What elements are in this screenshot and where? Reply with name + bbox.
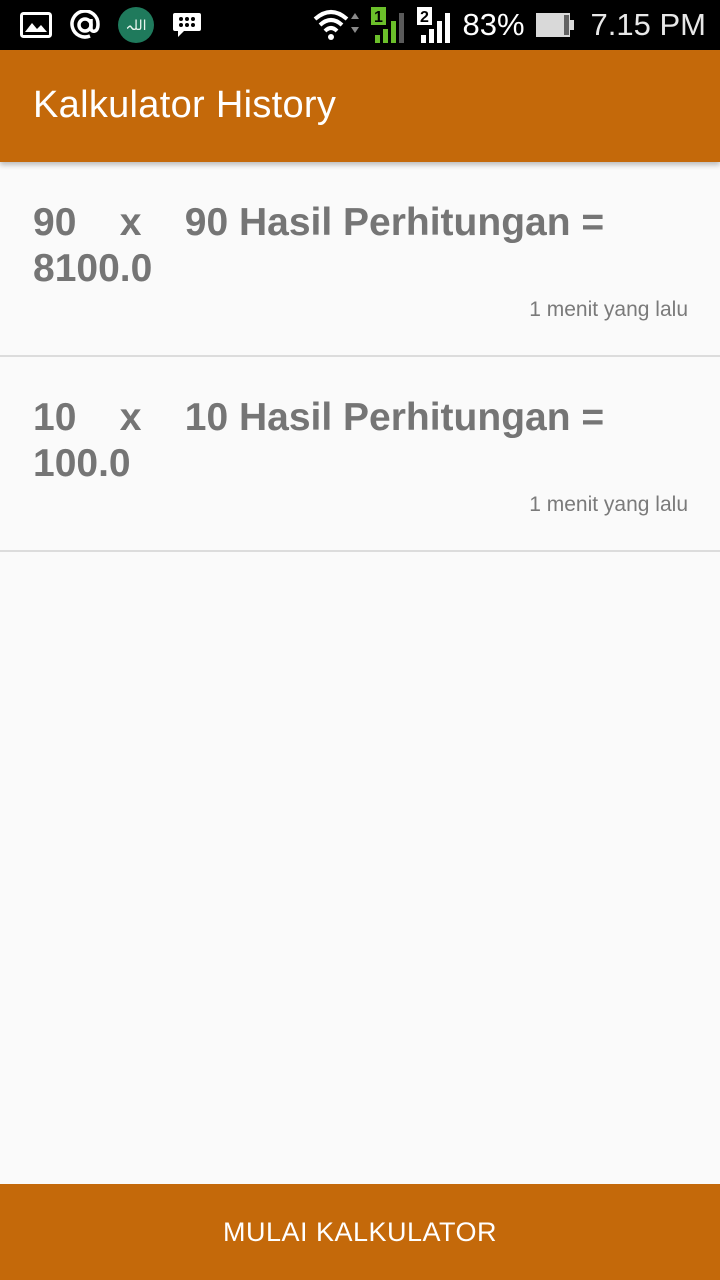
start-calculator-button[interactable]: MULAI KALKULATOR	[0, 1184, 720, 1280]
battery-icon	[535, 12, 575, 38]
list-item[interactable]: 90 x 90 Hasil Perhitungan = 8100.0 1 men…	[0, 162, 720, 357]
signal-sim1-icon: 1	[370, 7, 407, 43]
signal-sim2-icon: 2	[416, 7, 453, 43]
battery-percent: 83%	[462, 7, 525, 42]
calculation-text: 10 x 10 Hasil Perhitungan = 100.0	[33, 396, 615, 485]
timestamp: 1 menit yang lalu	[529, 493, 688, 516]
timestamp: 1 menit yang lalu	[529, 298, 688, 321]
list-item[interactable]: 10 x 10 Hasil Perhitungan = 100.0 1 meni…	[0, 357, 720, 552]
svg-text:1: 1	[374, 9, 383, 26]
calculation-text: 90 x 90 Hasil Perhitungan = 8100.0	[33, 201, 615, 290]
gallery-icon	[20, 12, 52, 38]
clock: 7.15 PM	[590, 7, 706, 42]
status-bar: اللہ 1 2 83% 7.15 PM	[0, 0, 720, 50]
app-bar: Kalkulator History	[0, 50, 720, 162]
wifi-icon	[313, 9, 361, 41]
page-title: Kalkulator History	[33, 84, 337, 126]
svg-text:2: 2	[420, 9, 429, 26]
allah-app-icon: اللہ	[118, 7, 154, 43]
bbm-icon	[172, 11, 202, 39]
at-icon	[70, 10, 100, 40]
history-list: 90 x 90 Hasil Perhitungan = 8100.0 1 men…	[0, 162, 720, 552]
